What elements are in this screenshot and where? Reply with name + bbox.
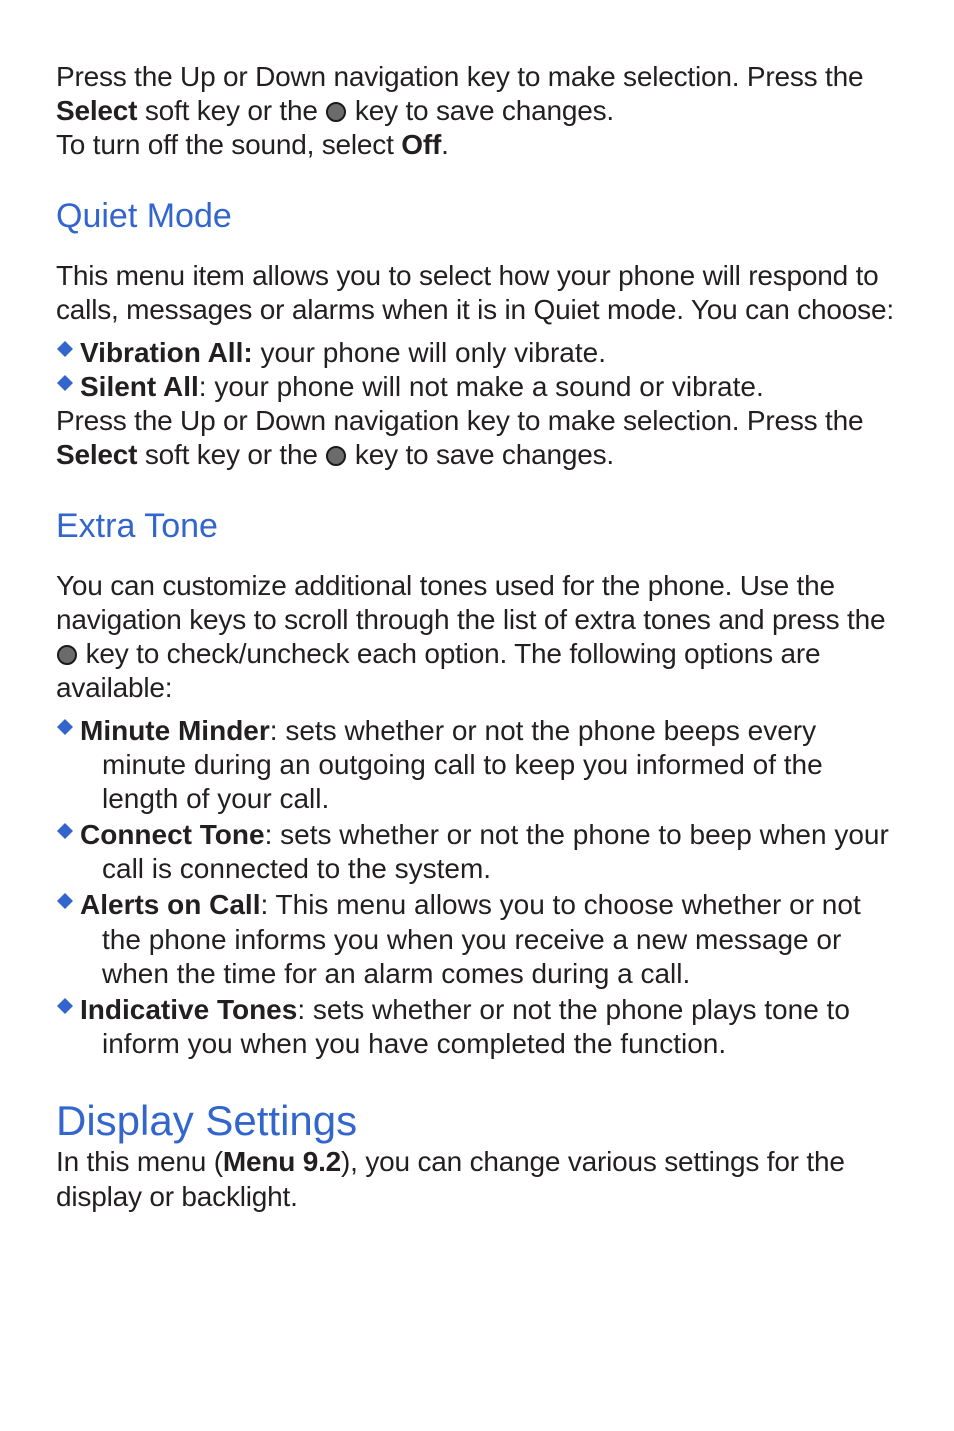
quiet-bullet-silent: Silent All: your phone will not make a s…: [56, 370, 898, 404]
diamond-icon: [56, 892, 74, 910]
extra-para-pre: You can customize additional tones used …: [56, 570, 885, 635]
diamond-icon: [56, 340, 74, 358]
extra-bullet-alerts-on-call: Alerts on Call: This menu allows you to …: [56, 888, 898, 990]
intro-text-2: soft key or the: [137, 95, 325, 126]
extra-bullet-indicative-tones: Indicative Tones: sets whether or not th…: [56, 993, 898, 1061]
diamond-icon: [56, 822, 74, 840]
extra-tone-paragraph: You can customize additional tones used …: [56, 569, 898, 706]
bullet-text: : your phone will not make a sound or vi…: [199, 371, 764, 402]
bullet-label: Indicative Tones: [80, 994, 297, 1025]
intro-off-pre: To turn off the sound, select: [56, 129, 401, 160]
intro-off-post: .: [441, 129, 449, 160]
bullet-label: Silent All: [80, 371, 199, 402]
extra-bullet-minute-minder: Minute Minder: sets whether or not the p…: [56, 714, 898, 816]
intro-select-bold: Select: [56, 95, 137, 126]
quiet-after-paragraph: Press the Up or Down navigation key to m…: [56, 404, 898, 472]
bullet-label: Connect Tone: [80, 819, 265, 850]
intro-paragraph: Press the Up or Down navigation key to m…: [56, 60, 898, 128]
intro-off-line: To turn off the sound, select Off.: [56, 128, 898, 162]
quiet-after-pre: Press the Up or Down navigation key to m…: [56, 405, 863, 436]
diamond-icon: [56, 374, 74, 392]
quiet-bullet-vibration: Vibration All: your phone will only vibr…: [56, 336, 898, 370]
intro-off-bold: Off: [401, 129, 441, 160]
quiet-after-post: key to save changes.: [347, 439, 614, 470]
display-para-pre: In this menu (: [56, 1146, 223, 1177]
bullet-label: Minute Minder: [80, 715, 270, 746]
display-settings-paragraph: In this menu (Menu 9.2), you can change …: [56, 1145, 898, 1213]
diamond-icon: [56, 997, 74, 1015]
ok-key-icon: [56, 644, 78, 666]
intro-text-1: Press the Up or Down navigation key to m…: [56, 61, 863, 92]
ok-key-icon: [325, 101, 347, 123]
ok-key-icon: [325, 445, 347, 467]
quiet-after-bold: Select: [56, 439, 137, 470]
display-settings-heading: Display Settings: [56, 1097, 898, 1145]
quiet-mode-heading: Quiet Mode: [56, 196, 898, 237]
bullet-label: Vibration All:: [80, 337, 253, 368]
page: Press the Up or Down navigation key to m…: [0, 0, 954, 1294]
quiet-after-mid: soft key or the: [137, 439, 325, 470]
quiet-mode-paragraph: This menu item allows you to select how …: [56, 259, 898, 327]
extra-para-post: key to check/uncheck each option. The fo…: [56, 638, 820, 703]
diamond-icon: [56, 718, 74, 736]
extra-bullet-connect-tone: Connect Tone: sets whether or not the ph…: [56, 818, 898, 886]
bullet-label: Alerts on Call: [80, 889, 260, 920]
bullet-text: your phone will only vibrate.: [253, 337, 606, 368]
extra-tone-heading: Extra Tone: [56, 506, 898, 547]
intro-text-3: key to save changes.: [347, 95, 614, 126]
display-para-bold: Menu 9.2: [223, 1146, 341, 1177]
